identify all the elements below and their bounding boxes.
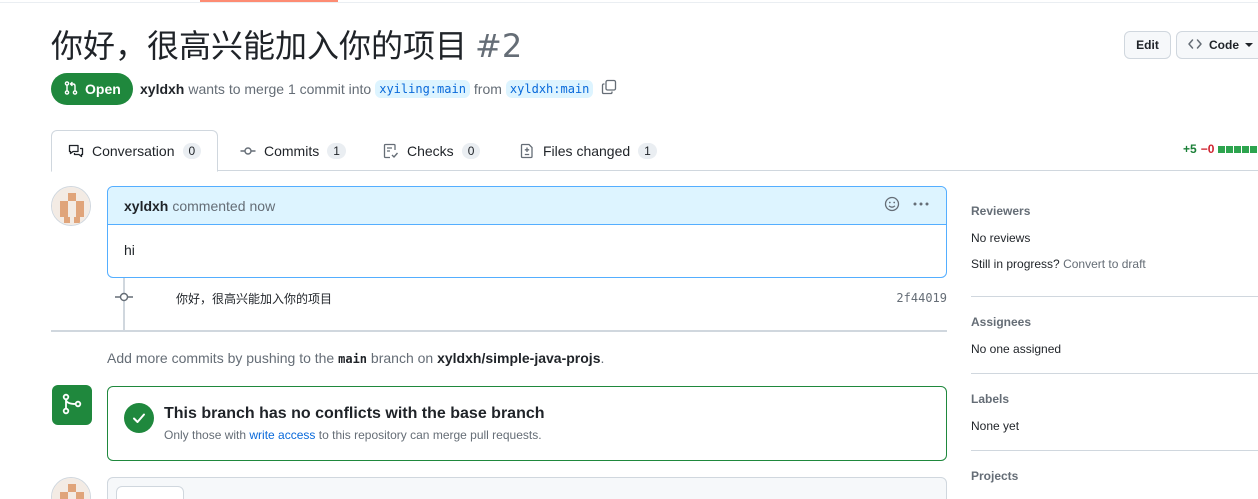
sidebar-divider — [971, 296, 1258, 297]
convert-to-draft-link[interactable]: Convert to draft — [1063, 257, 1146, 271]
from-text: from — [473, 80, 502, 97]
merge-sub-prefix: Only those with — [164, 428, 247, 442]
git-merge-icon — [60, 392, 84, 419]
comment-action: commented — [172, 197, 246, 214]
copy-icon[interactable] — [601, 79, 617, 98]
top-rule — [0, 2, 1258, 3]
reviewers-value: No reviews — [971, 231, 1031, 245]
sidebar-labels: Labels None yet — [971, 392, 1258, 433]
progress-text: Still in progress? — [971, 257, 1060, 271]
diff-additions: +5 — [1183, 142, 1197, 156]
commit-sha[interactable]: 2f44019 — [896, 291, 947, 305]
labels-heading[interactable]: Labels — [971, 392, 1258, 406]
base-branch[interactable]: xyiling:main — [375, 79, 470, 98]
tab-counter: 0 — [182, 143, 202, 159]
comment-discussion-icon — [68, 143, 84, 159]
tab-commits[interactable]: Commits 1 — [224, 130, 362, 171]
tab-label: Conversation — [92, 143, 175, 159]
merge-icon-box — [52, 385, 92, 425]
commit-message[interactable]: 你好，很高兴能加入你的项目 — [176, 290, 332, 307]
assignees-value: No one assigned — [971, 342, 1062, 356]
projects-heading[interactable]: Projects — [971, 469, 1258, 483]
merge-status-subtitle: Only those with write access to this rep… — [164, 428, 542, 442]
head-branch[interactable]: xyldxh:main — [505, 79, 594, 98]
code-button[interactable]: Code — [1176, 31, 1258, 59]
chevron-down-icon — [1245, 43, 1253, 47]
pull-request-icon — [63, 80, 79, 99]
kebab-horizontal-icon[interactable] — [912, 196, 930, 215]
pr-title: 你好，很高兴能加入你的项目 — [51, 27, 468, 65]
status-badge: Open — [51, 73, 133, 105]
comment-time[interactable]: now — [250, 198, 276, 214]
write-access-link[interactable]: write access — [249, 428, 315, 442]
file-diff-icon — [519, 143, 535, 159]
hint-repo: xyldxh/simple-java-projs — [437, 350, 601, 366]
sidebar-assignees: Assignees No one assigned — [971, 315, 1258, 356]
sidebar-projects: Projects — [971, 469, 1258, 483]
assignees-heading[interactable]: Assignees — [971, 315, 1258, 329]
write-tab[interactable] — [116, 486, 184, 499]
comment-box: xyldxh commented now hi — [107, 186, 947, 278]
tab-counter: 0 — [461, 142, 481, 159]
merge-status-box: This branch has no conflicts with the ba… — [107, 386, 947, 461]
code-icon — [1187, 36, 1203, 55]
comment-body: hi — [124, 242, 135, 258]
page-title: 你好，很高兴能加入你的项目 #2 — [51, 26, 522, 66]
tab-label: Commits — [264, 142, 320, 159]
tab-counter: 1 — [327, 142, 346, 159]
tab-label: Checks — [407, 142, 454, 159]
hint-suffix: . — [600, 350, 605, 366]
commit-icon — [115, 289, 133, 308]
edit-button[interactable]: Edit — [1124, 31, 1171, 59]
timeline-divider — [51, 330, 947, 332]
check-circle-icon — [124, 403, 154, 433]
merge-sub-suffix: to this repository can merge pull reques… — [318, 428, 542, 442]
code-button-label: Code — [1209, 38, 1239, 52]
sidebar-divider — [971, 373, 1258, 374]
tab-counter: 1 — [638, 142, 657, 159]
reviewers-heading[interactable]: Reviewers — [971, 204, 1258, 218]
edit-button-label: Edit — [1136, 38, 1159, 52]
tab-files-changed[interactable]: Files changed 1 — [503, 130, 673, 171]
smiley-icon[interactable] — [884, 196, 900, 215]
new-comment-box — [107, 477, 947, 499]
diff-squares — [1218, 145, 1258, 153]
diffstat: +5 −0 — [1183, 142, 1258, 156]
avatar[interactable] — [51, 186, 91, 226]
pr-number: #2 — [475, 27, 523, 65]
sidebar-divider — [971, 450, 1258, 451]
comment-author[interactable]: xyldxh — [124, 198, 168, 214]
hint-branch: main — [338, 352, 368, 366]
diff-deletions: −0 — [1200, 142, 1215, 156]
hint-prefix: Add more commits by pushing to the — [107, 350, 335, 366]
pr-meta: xyldxh wants to merge 1 commit into xyil… — [140, 79, 617, 98]
pr-author-link[interactable]: xyldxh — [140, 81, 184, 97]
labels-value: None yet — [971, 419, 1020, 433]
tab-label: Files changed — [543, 142, 631, 159]
status-label: Open — [85, 81, 121, 97]
pr-tabs: Conversation 0 Commits 1 Checks 0 Files … — [51, 130, 1258, 172]
tab-checks[interactable]: Checks 0 — [367, 130, 496, 171]
checklist-icon — [383, 143, 399, 159]
hint-middle: branch on — [370, 350, 434, 366]
sidebar-reviewers: Reviewers No reviews Still in progress? … — [971, 204, 1258, 271]
comment-header: xyldxh commented now — [108, 187, 946, 225]
tab-conversation[interactable]: Conversation 0 — [51, 130, 219, 172]
pr-meta-text: wants to merge 1 commit into — [188, 80, 372, 97]
merge-status-title: This branch has no conflicts with the ba… — [164, 405, 545, 422]
commit-row: 你好，很高兴能加入你的项目 2f44019 — [115, 288, 947, 308]
avatar[interactable] — [51, 477, 91, 499]
add-commits-hint: Add more commits by pushing to the main … — [107, 350, 604, 366]
draft-hint: Still in progress? Convert to draft — [971, 257, 1258, 271]
commit-icon — [240, 143, 256, 159]
